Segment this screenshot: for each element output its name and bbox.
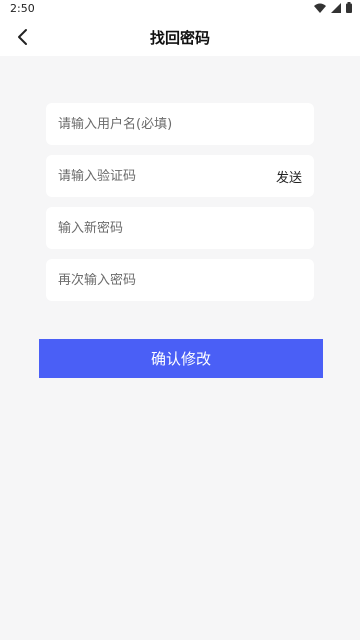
signal-icon: [331, 2, 341, 13]
new-password-input[interactable]: [58, 220, 302, 236]
confirm-password-input[interactable]: [58, 272, 302, 288]
code-field[interactable]: 发送: [46, 155, 314, 197]
page-title: 找回密码: [149, 29, 210, 47]
confirm-password-field[interactable]: [46, 259, 314, 301]
username-input[interactable]: [58, 116, 302, 132]
new-password-field[interactable]: [46, 207, 314, 249]
app-bar: 找回密码: [0, 18, 360, 56]
status-bar: 2:50: [0, 0, 360, 18]
status-time: 2:50: [10, 2, 35, 15]
send-code-button[interactable]: 发送: [276, 167, 302, 186]
confirm-change-button[interactable]: 确认修改: [39, 339, 323, 378]
status-icons: [314, 2, 352, 13]
wifi-icon: [314, 3, 326, 13]
battery-icon: [346, 2, 352, 13]
code-input[interactable]: [58, 168, 268, 184]
username-field[interactable]: [46, 103, 314, 145]
